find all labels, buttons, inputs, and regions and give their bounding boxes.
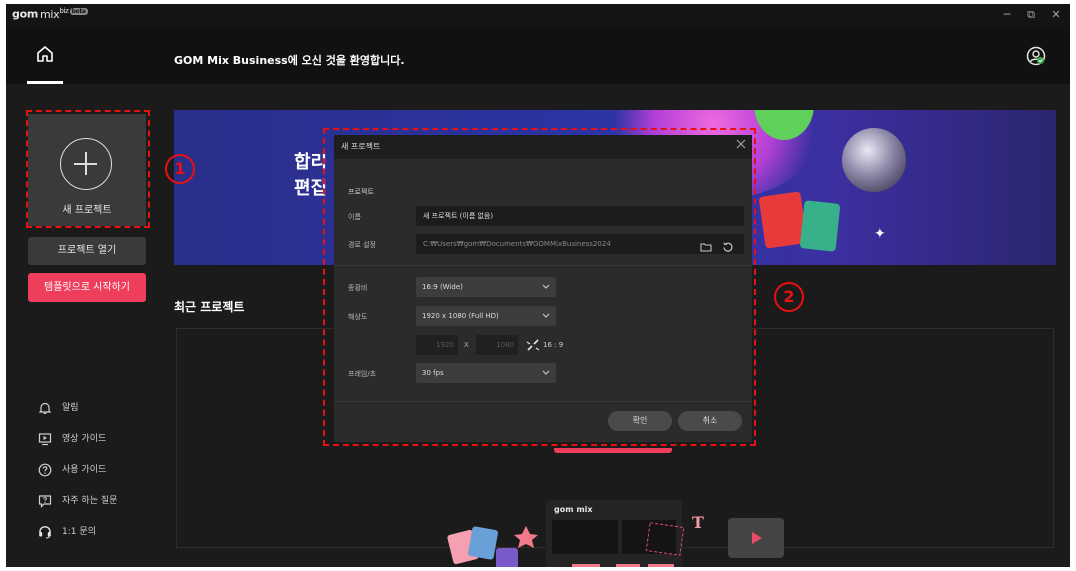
recent-projects-title: 최근 프로젝트 bbox=[174, 300, 245, 314]
sidebar-link-label: 영상 가이드 bbox=[62, 434, 107, 444]
sidebar-link-label: 알림 bbox=[62, 403, 79, 413]
annotation-box-dialog bbox=[323, 128, 756, 446]
headset-icon bbox=[39, 526, 51, 539]
restore-button[interactable]: ⧉ bbox=[1024, 8, 1038, 22]
bell-icon bbox=[38, 402, 52, 414]
annotation-marker-2: 2 bbox=[774, 282, 804, 312]
empty-state-button-edge[interactable] bbox=[554, 448, 672, 453]
annotation-marker-1: 1 bbox=[165, 154, 195, 184]
sparkle-icon: ✦ bbox=[874, 226, 886, 242]
video-guide-icon bbox=[38, 433, 52, 446]
close-button[interactable]: ✕ bbox=[1049, 8, 1063, 22]
title-bar: gom mixbiz beta ─ ⧉ ✕ bbox=[6, 4, 1070, 26]
account-button[interactable] bbox=[1026, 46, 1046, 70]
banner-sphere-graphic bbox=[842, 128, 906, 192]
app-logo: gom mixbiz beta bbox=[12, 7, 88, 21]
user-status-icon bbox=[1026, 46, 1046, 66]
welcome-text: GOM Mix Business에 오신 것을 환영합니다. bbox=[174, 54, 405, 67]
minimize-button[interactable]: ─ bbox=[1000, 8, 1014, 22]
start-with-template-button[interactable]: 템플릿으로 시작하기 bbox=[28, 273, 146, 302]
home-icon bbox=[37, 46, 53, 62]
top-header: GOM Mix Business에 오신 것을 환영합니다. bbox=[6, 26, 1070, 84]
annotation-box-new-project bbox=[26, 110, 150, 228]
sidebar-link-label: 자주 하는 질문 bbox=[62, 496, 118, 506]
empty-state-illustration: gom mix T bbox=[447, 500, 784, 567]
svg-text:gom mix: gom mix bbox=[554, 505, 593, 514]
open-project-button[interactable]: 프로젝트 열기 bbox=[28, 237, 146, 265]
sidebar-link-label: 사용 가이드 bbox=[62, 465, 107, 475]
faq-icon bbox=[38, 495, 52, 508]
help-icon bbox=[38, 463, 52, 477]
home-tab[interactable] bbox=[27, 40, 63, 84]
sidebar-link-label: 1:1 문의 bbox=[62, 527, 96, 537]
svg-text:T: T bbox=[692, 513, 704, 532]
banner-chart-card-graphic bbox=[799, 200, 841, 252]
home-tab-indicator bbox=[27, 81, 63, 84]
